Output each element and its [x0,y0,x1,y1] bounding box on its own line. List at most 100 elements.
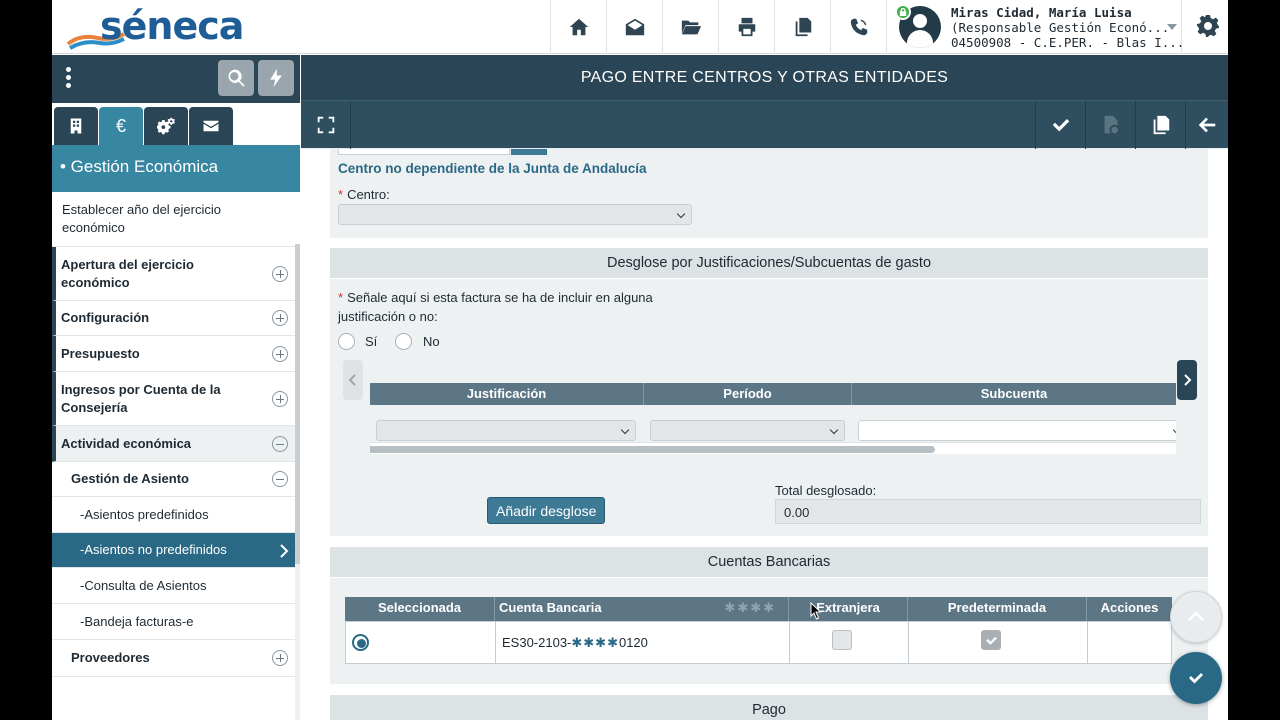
extranjera-checkbox[interactable] [832,630,852,650]
desglose-grid-header: Justificación Período Subcuenta [370,383,1176,405]
sidebar-item-establecer-ano[interactable]: Establecer año del ejercicio económico [52,192,300,247]
centro-select[interactable] [338,204,692,225]
plus-icon[interactable] [272,390,288,407]
folder-button[interactable] [662,0,718,54]
predeterminada-checkbox[interactable] [981,630,1001,650]
account-selected-radio[interactable] [352,634,369,651]
tab-centers[interactable] [54,107,98,145]
sidebar-item-actividad[interactable]: Actividad económica [52,426,300,462]
sidebar-header [52,55,300,103]
col-subcuenta: Subcuenta [980,386,1048,401]
periodo-select[interactable] [650,420,845,441]
radio-si[interactable] [338,333,355,350]
home-icon [569,18,588,36]
kebab-menu-icon[interactable] [66,67,74,89]
sidebar-item-bandeja-facturas[interactable]: -Bandeja facturas-e [52,604,300,640]
grid-scroll-right[interactable] [1177,360,1197,400]
user-center: 04500908 - C.E.PER. - Blas I... [951,35,1185,50]
scroll-top-button[interactable] [1170,591,1222,643]
radio-si-label: Sí [365,334,378,349]
tab-messages[interactable] [189,107,233,145]
col-extranjera: Extranjera [789,597,908,621]
copy-icon [795,17,811,37]
sidebar-item-asientos-no-predefinidos[interactable]: -Asientos no predefinidos [52,533,295,568]
minus-icon[interactable] [272,471,288,487]
tab-config[interactable] [144,107,188,145]
home-button[interactable] [550,0,606,54]
plus-icon[interactable] [272,265,288,282]
copy-document-button[interactable] [1135,101,1185,149]
cuentas-table: Seleccionada Cuenta Bancaria ✱✱✱✱ Extran… [345,597,1172,664]
plus-icon[interactable] [272,650,288,666]
settings-button[interactable] [1196,14,1220,38]
sidebar-item-configuracion[interactable]: Configuración [52,301,300,336]
col-periodo: Período [644,383,852,405]
confirm-fab-button[interactable] [1170,652,1222,704]
cogs-icon [157,117,175,135]
back-button[interactable] [1185,101,1228,149]
previous-button[interactable] [511,149,547,155]
sidebar-item-presupuesto[interactable]: Presupuesto [52,336,300,372]
table-row[interactable]: ES30-2103-✱✱✱✱0120 [345,621,1172,664]
fullscreen-button[interactable] [301,101,351,149]
desglose-header: Desglose por Justificaciones/Subcuentas … [330,248,1208,278]
sidebar-item-gestion-asiento[interactable]: Gestión de Asiento [52,462,300,497]
total-desglosado-field[interactable]: 0.00 [775,499,1201,524]
plus-icon[interactable] [272,345,288,362]
tab-economic[interactable]: € [99,107,143,145]
previous-input[interactable] [338,149,510,155]
main-area: PAGO ENTRE CENTROS Y OTRAS ENTIDADES Cen… [301,55,1228,720]
phone-icon [850,18,867,36]
mouse-cursor-icon [810,602,822,620]
sidebar-menu: Establecer año del ejercicio económico A… [52,192,300,677]
justificacion-select[interactable] [376,420,636,441]
sidebar-item-apertura[interactable]: Apertura del ejercicio económico [52,247,300,301]
sidebar-item-label: -Bandeja facturas-e [80,613,194,629]
sidebar-item-label: Configuración [61,310,150,325]
subcuenta-select[interactable] [858,420,1176,441]
col-seleccionada: Seleccionada [345,597,495,621]
grid-scroll-left[interactable] [343,360,363,400]
chevron-right-icon [1184,374,1192,386]
sidebar-item-ingresos[interactable]: Ingresos por Cuenta de la Consejería [52,372,300,426]
sidebar-item-proveedores[interactable]: Proveedores [52,640,300,677]
lightning-icon [270,68,282,88]
sidebar-item-label: Presupuesto [61,345,140,361]
grid-horizontal-scrollbar[interactable] [370,442,1176,454]
document-view-button[interactable] [1085,101,1135,149]
user-info: Miras Cidad, María Luisa (Responsable Ge… [951,5,1184,50]
sidebar-tabs: € [52,103,300,145]
col-cuenta-bancaria: Cuenta Bancaria ✱✱✱✱ [495,597,789,621]
sidebar-item-consulta-asientos[interactable]: -Consulta de Asientos [52,568,300,604]
form-content: Centro no dependiente de la Junta de And… [301,149,1228,720]
sidebar-item-label: Actividad económica [61,435,192,451]
folder-icon [681,20,701,35]
seneca-logo[interactable]: séneca [66,4,246,50]
mail-icon [625,18,644,36]
print-button[interactable] [718,0,774,54]
col-acciones: Acciones [1100,600,1159,615]
search-button[interactable] [218,60,254,96]
lock-icon [895,4,911,20]
cuentas-table-header: Seleccionada Cuenta Bancaria ✱✱✱✱ Extran… [345,597,1172,621]
cuentas-header: Cuentas Bancarias [330,547,1208,577]
quick-actions-button[interactable] [258,60,294,96]
gear-icon [1197,15,1219,37]
minus-icon[interactable] [272,435,288,452]
plus-icon[interactable] [272,310,288,326]
copy-button[interactable] [774,0,830,54]
sidebar-item-asientos-predefinidos[interactable]: -Asientos predefinidos [52,497,300,533]
mail-button[interactable] [606,0,662,54]
sidebar-scrollbar-thumb[interactable] [295,244,300,564]
radio-no-label: No [423,334,440,349]
sidebar-item-label: Gestión de Asiento [71,471,189,486]
phone-button[interactable] [830,0,886,54]
add-desglose-button[interactable]: Añadir desglose [487,497,606,524]
top-bar: séneca Miras Cidad, María Luisa (Respons… [52,0,1228,54]
radio-no[interactable] [395,333,412,350]
grid-scrollbar-thumb[interactable] [370,446,935,453]
sidebar: € • Gestión Económica Establecer año del… [52,55,300,720]
user-menu[interactable]: Miras Cidad, María Luisa (Responsable Ge… [886,0,1184,54]
col-justificacion: Justificación [370,383,644,405]
accept-button[interactable] [1035,101,1085,149]
